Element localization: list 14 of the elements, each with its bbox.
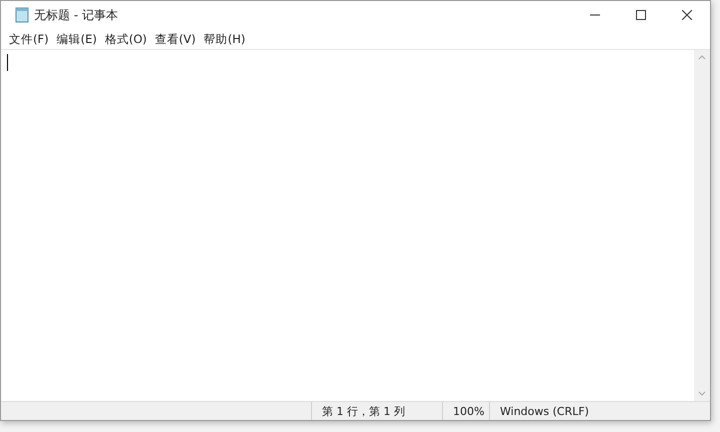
text-cursor [7, 54, 8, 71]
window-title: 无标题 - 记事本 [34, 6, 119, 24]
menu-item[interactable]: 文件(F) [5, 32, 53, 46]
status-text: 100% [442, 402, 489, 420]
menu-item[interactable]: 查看(V) [150, 32, 200, 46]
menu-item[interactable]: 帮助(H) [200, 32, 250, 46]
vertical-scrollbar[interactable] [694, 50, 710, 401]
maximize-icon [636, 10, 646, 20]
menu-item[interactable]: 格式(O) [100, 32, 151, 46]
status-text: 第 1 行，第 1 列 [311, 402, 442, 420]
notepad-icon [15, 7, 29, 23]
close-icon [682, 10, 692, 20]
status-text: Windows (CRLF) [489, 402, 710, 420]
menu-item[interactable]: 编辑(E) [52, 32, 101, 46]
